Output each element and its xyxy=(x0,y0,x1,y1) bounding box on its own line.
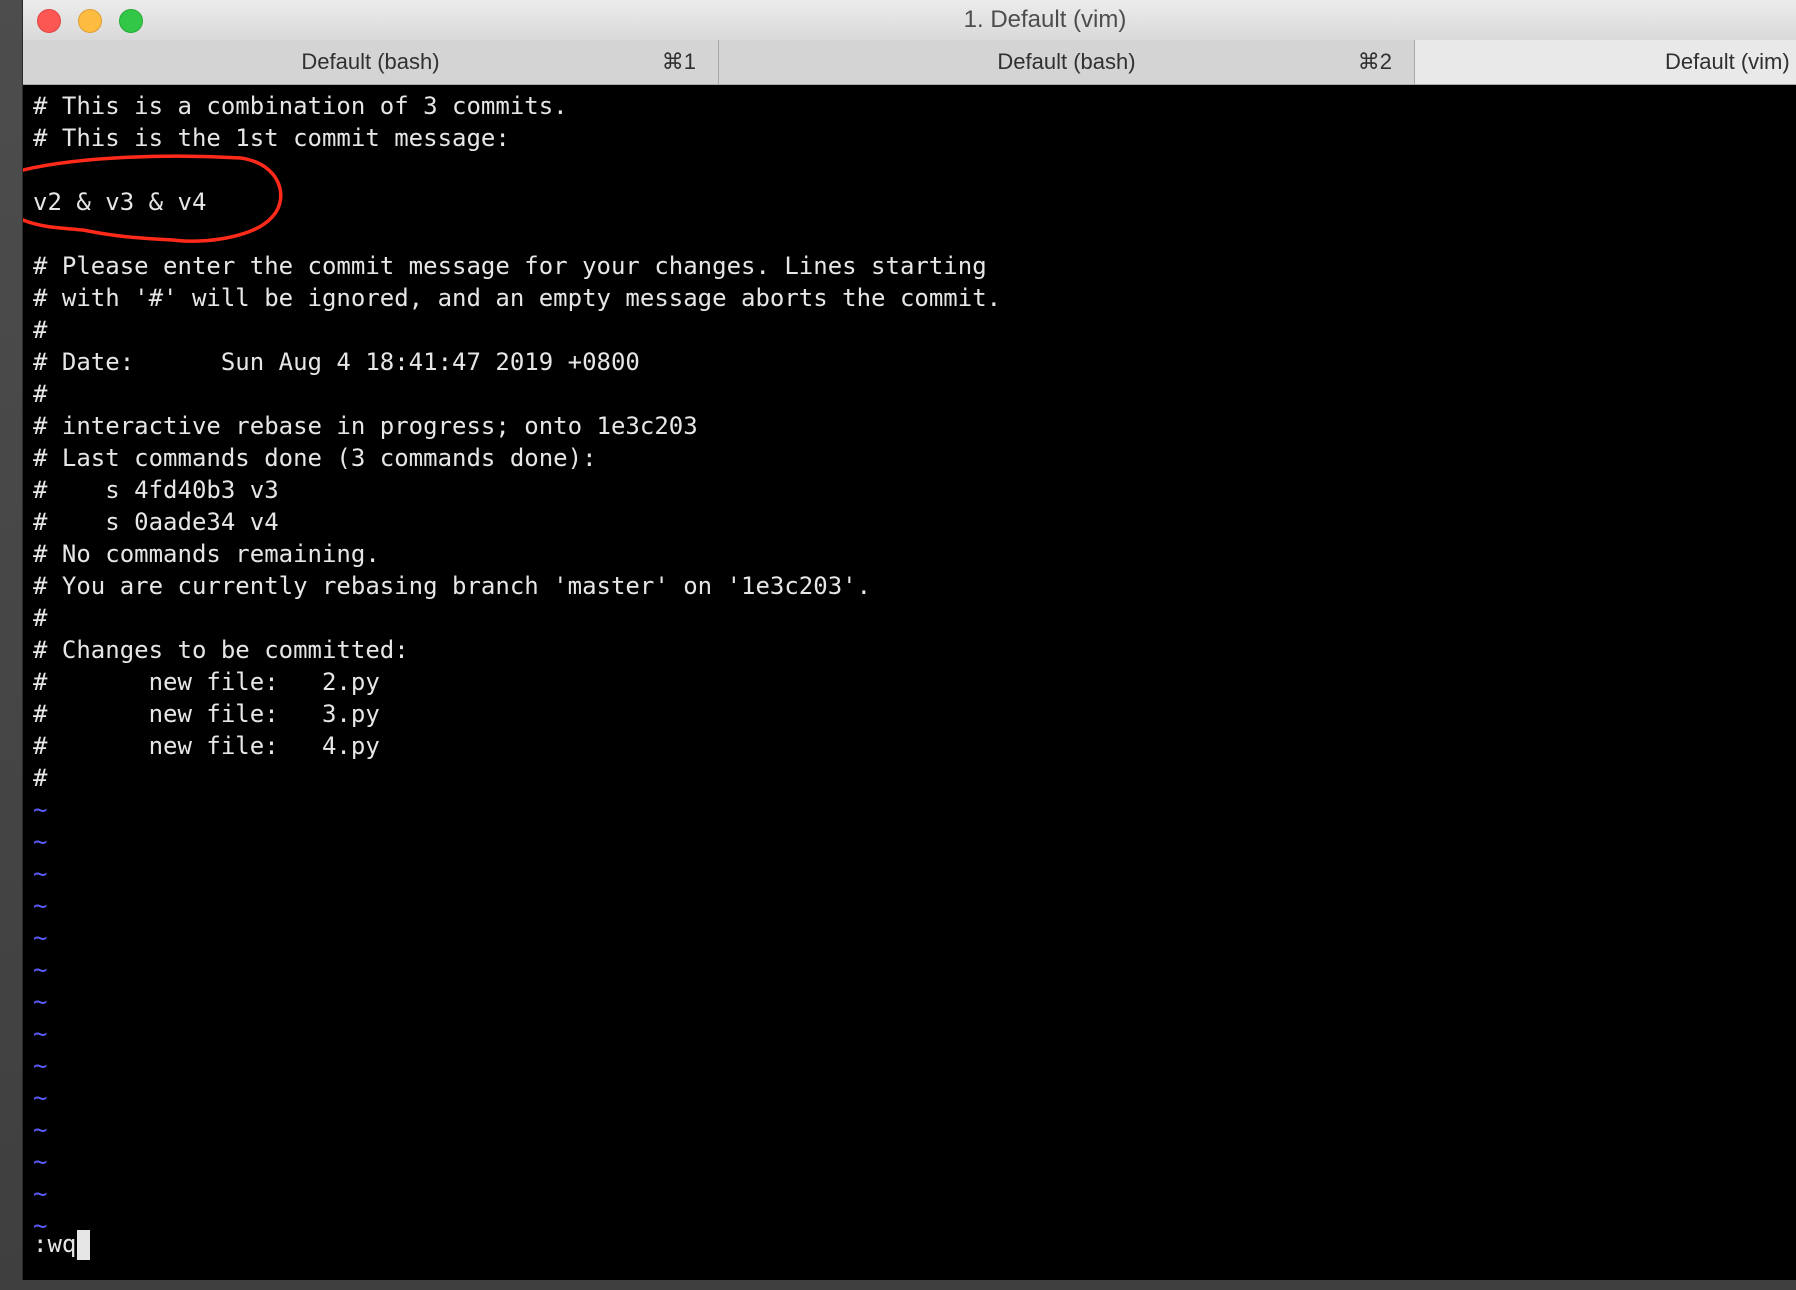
editor-buffer[interactable]: # This is a combination of 3 commits. # T… xyxy=(33,90,1796,794)
tilde-line: ~ xyxy=(33,796,48,824)
buffer-line: # xyxy=(33,604,48,632)
buffer-line: # Please enter the commit message for yo… xyxy=(33,252,987,280)
tab-1[interactable]: Default (bash) ⌘1 xyxy=(23,40,719,84)
terminal-content[interactable]: # This is a combination of 3 commits. # T… xyxy=(23,85,1796,1280)
tilde-line: ~ xyxy=(33,1020,48,1048)
command-text: :wq xyxy=(33,1230,77,1258)
buffer-line: # s 0aade34 v4 xyxy=(33,508,279,536)
buffer-line: # xyxy=(33,380,48,408)
buffer-line: # Last commands done (3 commands done): xyxy=(33,444,597,472)
buffer-line: # xyxy=(33,316,48,344)
buffer-line: v2 & v3 & v4 xyxy=(33,188,207,216)
tab-1-shortcut: ⌘1 xyxy=(661,49,696,74)
buffer-line: # xyxy=(33,764,48,792)
buffer-line: # Date: Sun Aug 4 18:41:47 2019 +0800 xyxy=(33,348,640,376)
tilde-line: ~ xyxy=(33,1212,48,1240)
terminal-window: 1. Default (vim) Default (bash) ⌘1 Defau… xyxy=(22,0,1796,1280)
title-bar[interactable]: 1. Default (vim) xyxy=(23,0,1796,41)
vim-command-line[interactable]: :wq xyxy=(33,1228,91,1260)
buffer-line: # This is a combination of 3 commits. xyxy=(33,92,568,120)
tab-2[interactable]: Default (bash) ⌘2 xyxy=(719,40,1415,84)
tilde-line: ~ xyxy=(33,1052,48,1080)
buffer-line: # This is the 1st commit message: xyxy=(33,124,510,152)
buffer-line: # new file: 3.py xyxy=(33,700,380,728)
tilde-line: ~ xyxy=(33,1180,48,1208)
buffer-line: # s 4fd40b3 v3 xyxy=(33,476,279,504)
tilde-line: ~ xyxy=(33,892,48,920)
tilde-line: ~ xyxy=(33,988,48,1016)
tilde-line: ~ xyxy=(33,828,48,856)
tab-bar: Default (bash) ⌘1 Default (bash) ⌘2 Defa… xyxy=(23,40,1796,85)
buffer-line: # with '#' will be ignored, and an empty… xyxy=(33,284,1002,312)
buffer-line: # Changes to be committed: xyxy=(33,636,409,664)
tilde-line: ~ xyxy=(33,924,48,952)
tab-2-label: Default (bash) xyxy=(997,49,1136,74)
buffer-line: # new file: 2.py xyxy=(33,668,380,696)
desktop: 1. Default (vim) Default (bash) ⌘1 Defau… xyxy=(0,0,1796,1290)
buffer-line xyxy=(33,154,1796,186)
buffer-line: # You are currently rebasing branch 'mas… xyxy=(33,572,872,600)
tab-2-shortcut: ⌘2 xyxy=(1357,49,1392,74)
window-title: 1. Default (vim) xyxy=(963,6,1127,33)
buffer-line xyxy=(33,218,1796,250)
tilde-line: ~ xyxy=(33,1148,48,1176)
empty-buffer-lines: ~ ~ ~ ~ ~ ~ ~ ~ ~ ~ ~ ~ ~ ~ xyxy=(33,794,1796,1242)
tilde-line: ~ xyxy=(33,956,48,984)
buffer-line: # interactive rebase in progress; onto 1… xyxy=(33,412,698,440)
tab-1-label: Default (bash) xyxy=(301,49,440,74)
buffer-line: # new file: 4.py xyxy=(33,732,380,760)
tilde-line: ~ xyxy=(33,1116,48,1144)
tilde-line: ~ xyxy=(33,860,48,888)
buffer-line: # No commands remaining. xyxy=(33,540,380,568)
tab-3-label: Default (vim) xyxy=(1665,49,1790,74)
text-cursor xyxy=(77,1230,91,1260)
tilde-line: ~ xyxy=(33,1084,48,1112)
tab-3[interactable]: Default (vim) xyxy=(1415,40,1796,84)
